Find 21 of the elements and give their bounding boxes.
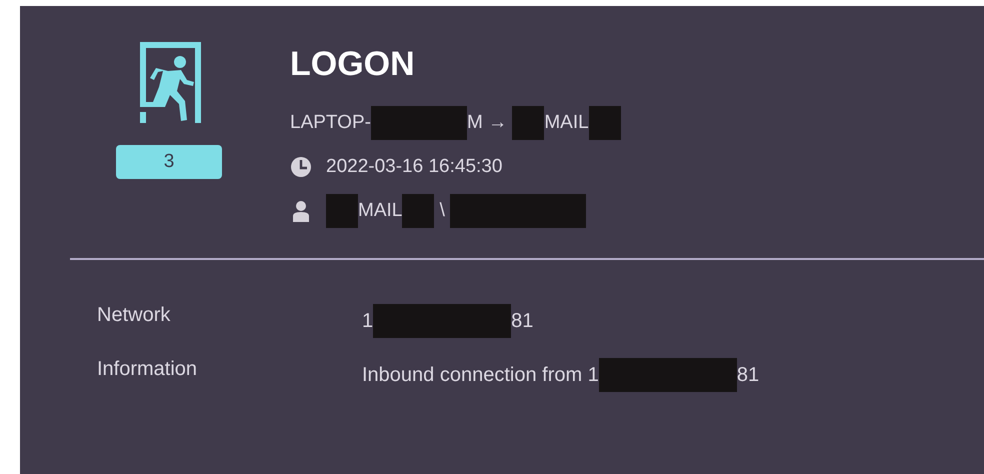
redaction-block (402, 194, 434, 228)
timestamp: 2022-03-16 16:45:30 (326, 156, 502, 178)
count-badge: 3 (116, 145, 222, 179)
redaction-block (326, 194, 358, 228)
detail-label: Information (97, 358, 198, 382)
text-label: 81 (511, 310, 534, 332)
text-label: MAIL (544, 112, 589, 134)
text-label: Inbound connection from 1 (362, 364, 599, 386)
clock-icon (290, 156, 312, 178)
running-exit-icon (138, 42, 200, 123)
user-icon (290, 200, 312, 222)
text-label: 1 (362, 310, 374, 332)
user-text: MAIL (358, 200, 402, 222)
redaction-block (588, 106, 621, 140)
redaction-block (512, 106, 544, 140)
text-label: M → (466, 112, 508, 134)
text-label: 81 (736, 364, 760, 386)
event-title: LOGON (290, 44, 416, 84)
text-label: LAPTOP- (290, 112, 371, 134)
user-text: \ (438, 200, 446, 222)
detail-label: Network (97, 304, 172, 328)
